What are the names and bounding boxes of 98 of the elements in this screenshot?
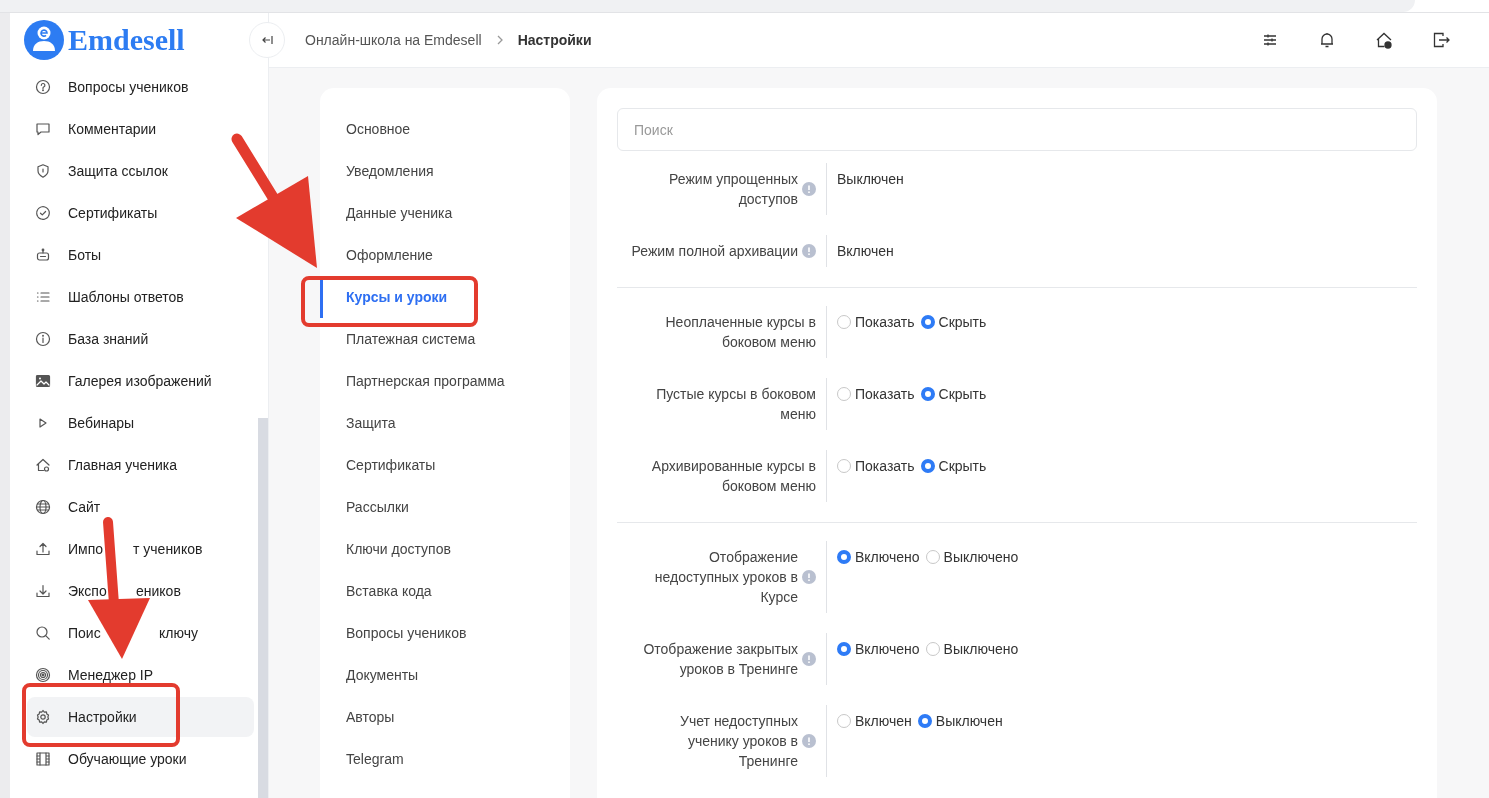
sidebar-item[interactable]: Комментарии xyxy=(27,109,254,149)
home-icon xyxy=(35,457,51,473)
comment-icon xyxy=(35,121,51,137)
breadcrumb[interactable]: Онлайн-школа на Emdesell xyxy=(305,32,482,48)
check-badge-icon xyxy=(35,205,51,221)
settings-menu-item[interactable]: Партнерская программа xyxy=(320,360,570,402)
search-field[interactable]: Поиск xyxy=(617,108,1417,151)
settings-menu-item[interactable]: Вставка кода xyxy=(320,570,570,612)
sidebar-item[interactable]: Галерея изображений xyxy=(27,361,254,401)
sidebar-item[interactable]: Главная ученика xyxy=(27,445,254,485)
radio-option[interactable]: Показать xyxy=(837,384,915,404)
robot-icon xyxy=(35,247,51,263)
target-icon xyxy=(35,667,51,683)
radio-option[interactable]: Скрыть xyxy=(920,456,987,476)
radio-option[interactable]: Показать xyxy=(837,312,915,332)
radio-option[interactable]: Выключен xyxy=(917,711,1003,731)
logo-icon xyxy=(24,20,64,60)
globe-icon xyxy=(35,499,51,515)
sidebar-item[interactable]: Защита ссылок xyxy=(27,151,254,191)
radio-option[interactable]: Скрыть xyxy=(920,384,987,404)
setting-label: Отображение закрытых уроков в Тренинге xyxy=(642,640,798,679)
scrollbar[interactable] xyxy=(258,418,268,798)
sidebar-item[interactable]: Вопросы учеников xyxy=(27,67,254,107)
setting-label: Неоплаченные курсы в боковом меню xyxy=(664,313,816,352)
settings-menu-item[interactable]: Вопросы учеников xyxy=(320,612,570,654)
setting-label: Отображение недоступных уроков в Курсе xyxy=(653,548,798,607)
sidebar-item[interactable]: Сертификаты xyxy=(27,193,254,233)
image-icon xyxy=(35,373,51,389)
upload-icon xyxy=(35,541,51,557)
settings-menu-item[interactable]: Защита xyxy=(320,402,570,444)
sidebar-item[interactable]: Экспо еников xyxy=(27,571,254,611)
sidebar-item[interactable]: База знаний xyxy=(27,319,254,359)
collapse-icon[interactable] xyxy=(261,34,273,46)
settings-menu-item[interactable]: Авторы xyxy=(320,696,570,738)
sidebar-item[interactable]: Шаблоны ответов xyxy=(27,277,254,317)
radio-button[interactable] xyxy=(917,714,932,728)
radio-option[interactable]: Включено xyxy=(837,547,920,567)
logo-text: Emdesell xyxy=(68,23,185,57)
info-icon[interactable] xyxy=(802,570,816,584)
search-icon xyxy=(35,625,51,641)
radio-button[interactable] xyxy=(920,315,935,329)
setting-label: Архивированные курсы в боковом меню xyxy=(650,457,816,496)
home-icon[interactable] xyxy=(1374,30,1394,50)
settings-menu-item[interactable]: Рассылки xyxy=(320,486,570,528)
info-icon[interactable] xyxy=(802,182,816,196)
settings-menu-item[interactable]: Уведомления xyxy=(320,150,570,192)
radio-option[interactable]: Включен xyxy=(837,711,912,731)
settings-menu-item[interactable]: Основное xyxy=(320,108,570,150)
radio-button[interactable] xyxy=(925,642,940,656)
settings-menu-item[interactable]: Данные ученика xyxy=(320,192,570,234)
info-icon[interactable] xyxy=(802,734,816,748)
question-icon xyxy=(35,79,51,95)
list-icon xyxy=(35,289,51,305)
chevron-icon xyxy=(495,34,504,46)
download-icon xyxy=(35,583,51,599)
settings-icon xyxy=(35,709,51,725)
sidebar-item[interactable]: Поис ключу xyxy=(27,613,254,653)
film-icon xyxy=(35,751,51,767)
settings-menu-item[interactable]: Документы xyxy=(320,654,570,696)
radio-option[interactable]: Показать xyxy=(837,456,915,476)
settings-menu-item[interactable]: Курсы и уроки xyxy=(320,276,570,318)
sidebar-item[interactable]: Вебинары xyxy=(27,403,254,443)
settings-menu-item[interactable]: Telegram xyxy=(320,738,570,780)
setting-value: Включен xyxy=(837,242,894,261)
radio-button[interactable] xyxy=(920,459,935,473)
breadcrumb: Настройки xyxy=(517,32,592,48)
settings-menu-item[interactable]: Платежная система xyxy=(320,318,570,360)
info-icon xyxy=(35,331,51,347)
settings-menu-item[interactable]: Оформление xyxy=(320,234,570,276)
setting-value: Выключен xyxy=(837,170,904,189)
sidebar-item[interactable]: Настройки xyxy=(27,697,254,737)
info-icon[interactable] xyxy=(802,244,816,258)
sidebar-item[interactable]: Обучающие уроки xyxy=(27,739,254,779)
setting-label: Пустые курсы в боковом меню xyxy=(655,385,816,424)
logout-icon[interactable] xyxy=(1431,30,1451,50)
settings-menu-item[interactable]: Сертификаты xyxy=(320,444,570,486)
info-icon[interactable] xyxy=(802,652,816,666)
shield-icon xyxy=(35,163,51,179)
radio-option[interactable]: Выключено xyxy=(925,547,1019,567)
radio-button[interactable] xyxy=(920,387,935,401)
sidebar-item[interactable]: Импо т учеников xyxy=(27,529,254,569)
setting-label: Учет недоступных ученику уроков в Тренинге xyxy=(679,712,798,771)
radio-button[interactable] xyxy=(837,459,851,473)
radio-button[interactable] xyxy=(837,387,851,401)
radio-button[interactable] xyxy=(837,714,851,728)
radio-button[interactable] xyxy=(837,642,851,656)
setting-label: Режим полной архивации xyxy=(631,242,798,261)
sidebar-item[interactable]: Боты xyxy=(27,235,254,275)
radio-button[interactable] xyxy=(837,550,851,564)
radio-option[interactable]: Включено xyxy=(837,639,920,659)
settings-menu-item[interactable]: Ключи доступов xyxy=(320,528,570,570)
radio-option[interactable]: Скрыть xyxy=(920,312,987,332)
sidebar-item[interactable]: Сайт xyxy=(27,487,254,527)
radio-option[interactable]: Выключено xyxy=(925,639,1019,659)
sidebar-item[interactable]: Менеджер IP xyxy=(27,655,254,695)
radio-button[interactable] xyxy=(837,315,851,329)
radio-button[interactable] xyxy=(925,550,940,564)
setting-label: Режим упрощенных доступов xyxy=(668,170,798,209)
